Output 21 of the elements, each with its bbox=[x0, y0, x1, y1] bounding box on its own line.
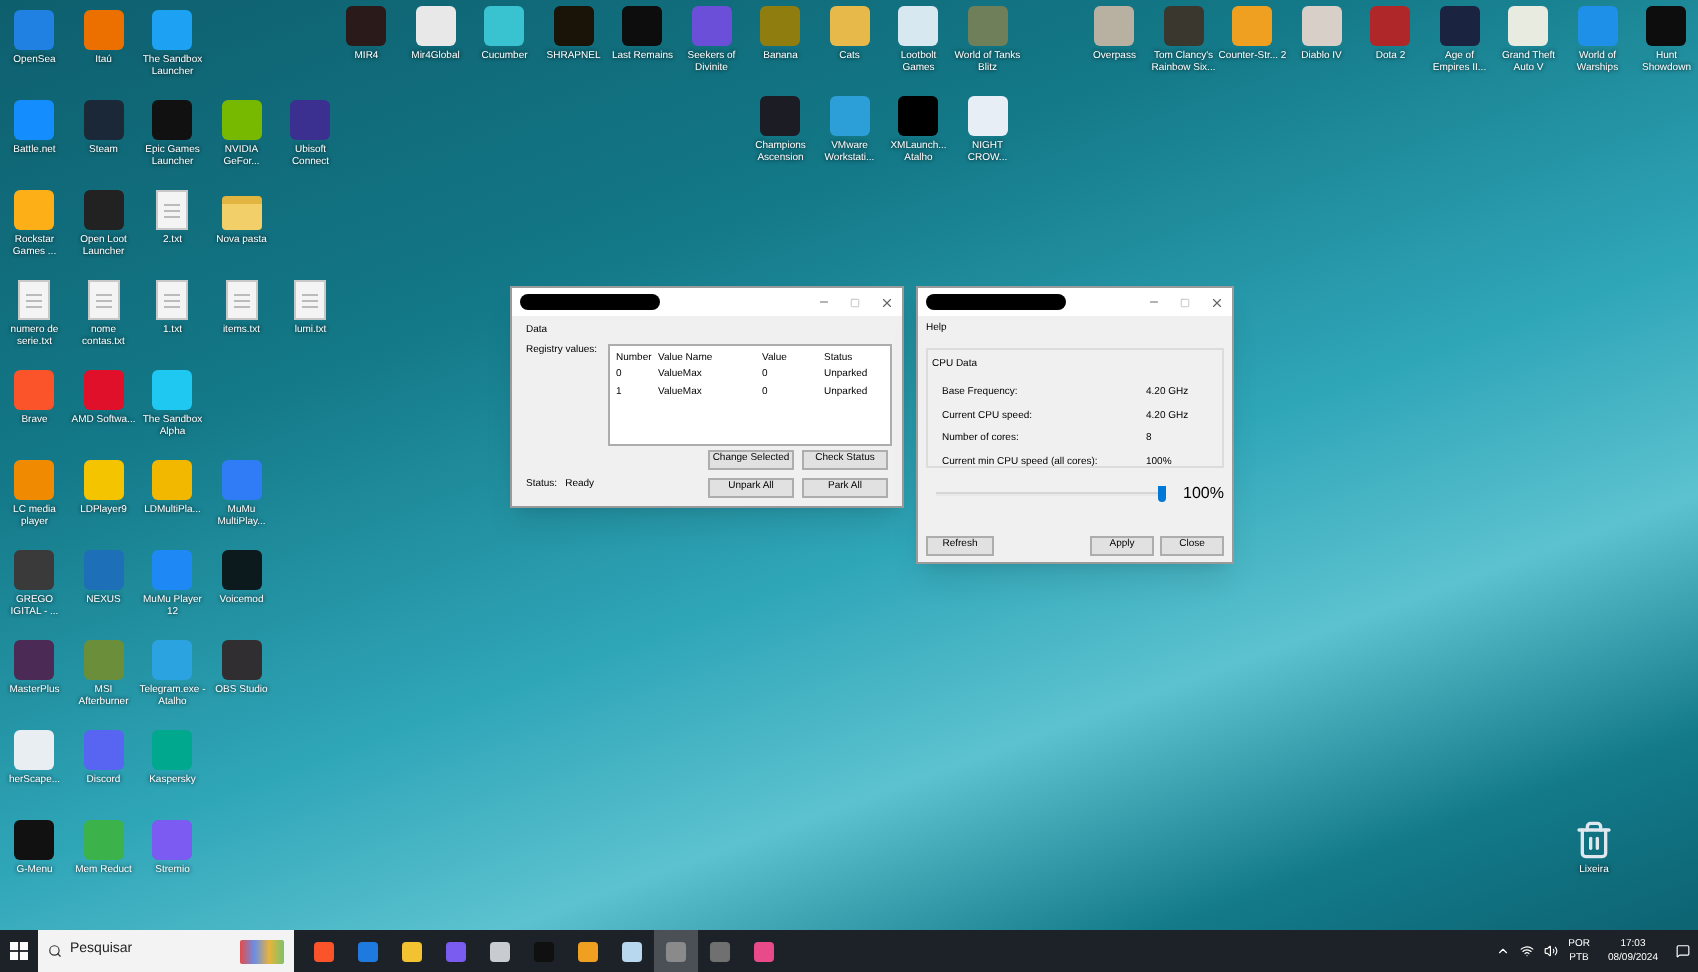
chevron-up-icon[interactable] bbox=[1496, 944, 1511, 958]
search-icon bbox=[48, 944, 62, 958]
slider-reading: 100% bbox=[1183, 481, 1224, 505]
redaction-mark bbox=[926, 294, 1066, 310]
text-file-icon bbox=[18, 280, 51, 320]
folder-icon bbox=[221, 196, 262, 230]
notifications-icon[interactable] bbox=[1676, 944, 1690, 958]
redaction-mark bbox=[520, 294, 660, 310]
text-file-icon bbox=[156, 190, 189, 230]
start-icon[interactable] bbox=[10, 942, 28, 960]
recycle-bin-icon bbox=[1574, 820, 1614, 860]
text-file-icon bbox=[87, 280, 120, 320]
books-icon bbox=[240, 939, 284, 963]
slider-thumb[interactable] bbox=[1157, 485, 1166, 501]
close-icon[interactable] bbox=[880, 295, 894, 309]
text-file-icon bbox=[156, 280, 189, 320]
speaker-icon[interactable] bbox=[1544, 944, 1559, 958]
network-icon[interactable] bbox=[1520, 944, 1535, 958]
close-icon[interactable] bbox=[1210, 295, 1224, 309]
text-file-icon bbox=[225, 280, 258, 320]
text-file-icon bbox=[294, 280, 327, 320]
